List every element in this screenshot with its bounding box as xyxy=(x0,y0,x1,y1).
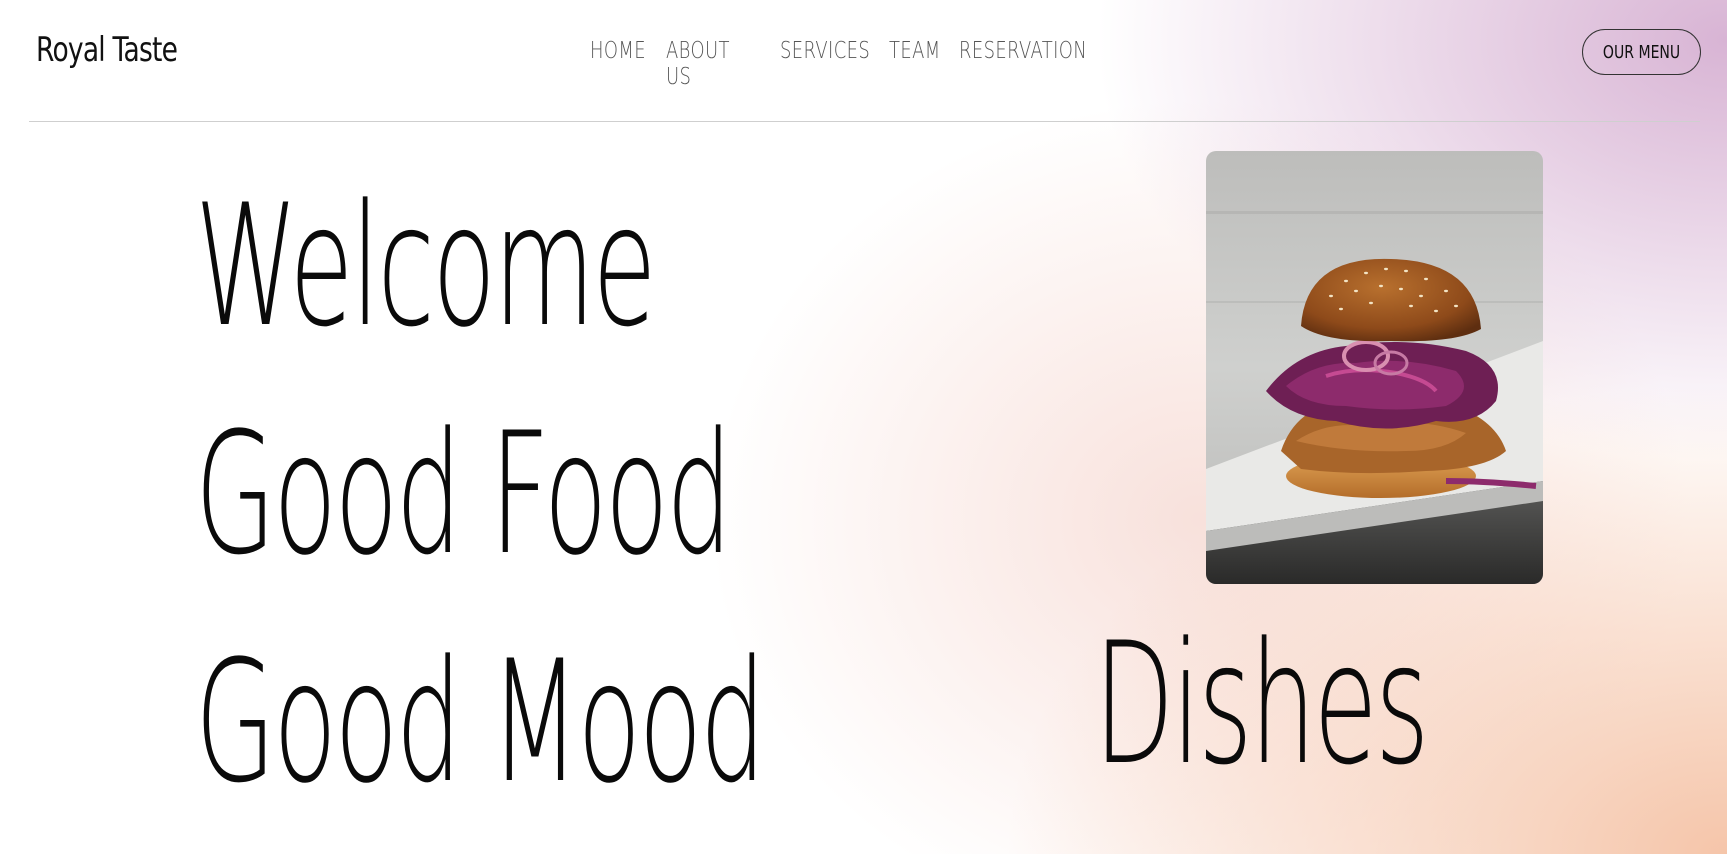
nav-about-us[interactable]: ABOUT US xyxy=(666,38,761,90)
hero-line-good-food: Good Food xyxy=(195,396,732,592)
hero-line-welcome: Welcome xyxy=(195,168,657,364)
nav-home[interactable]: HOME xyxy=(590,38,656,90)
main-nav: HOME ABOUT US SERVICES TEAM RESERVATION xyxy=(590,38,1111,90)
nav-team[interactable]: TEAM xyxy=(889,38,950,90)
hero-word-dishes: Dishes xyxy=(1094,606,1429,802)
our-menu-button[interactable]: OUR MENU xyxy=(1582,29,1701,75)
nav-reservation[interactable]: RESERVATION xyxy=(959,38,1087,90)
nav-services[interactable]: SERVICES xyxy=(780,38,871,90)
brand-logo[interactable]: Royal Taste xyxy=(36,30,178,70)
header-divider xyxy=(29,121,1700,122)
our-menu-button-label: OUR MENU xyxy=(1602,41,1681,63)
burger-photo xyxy=(1206,151,1543,584)
hero-line-good-mood: Good Mood xyxy=(195,624,766,820)
site-header: Royal Taste HOME ABOUT US SERVICES TEAM … xyxy=(0,0,1727,122)
